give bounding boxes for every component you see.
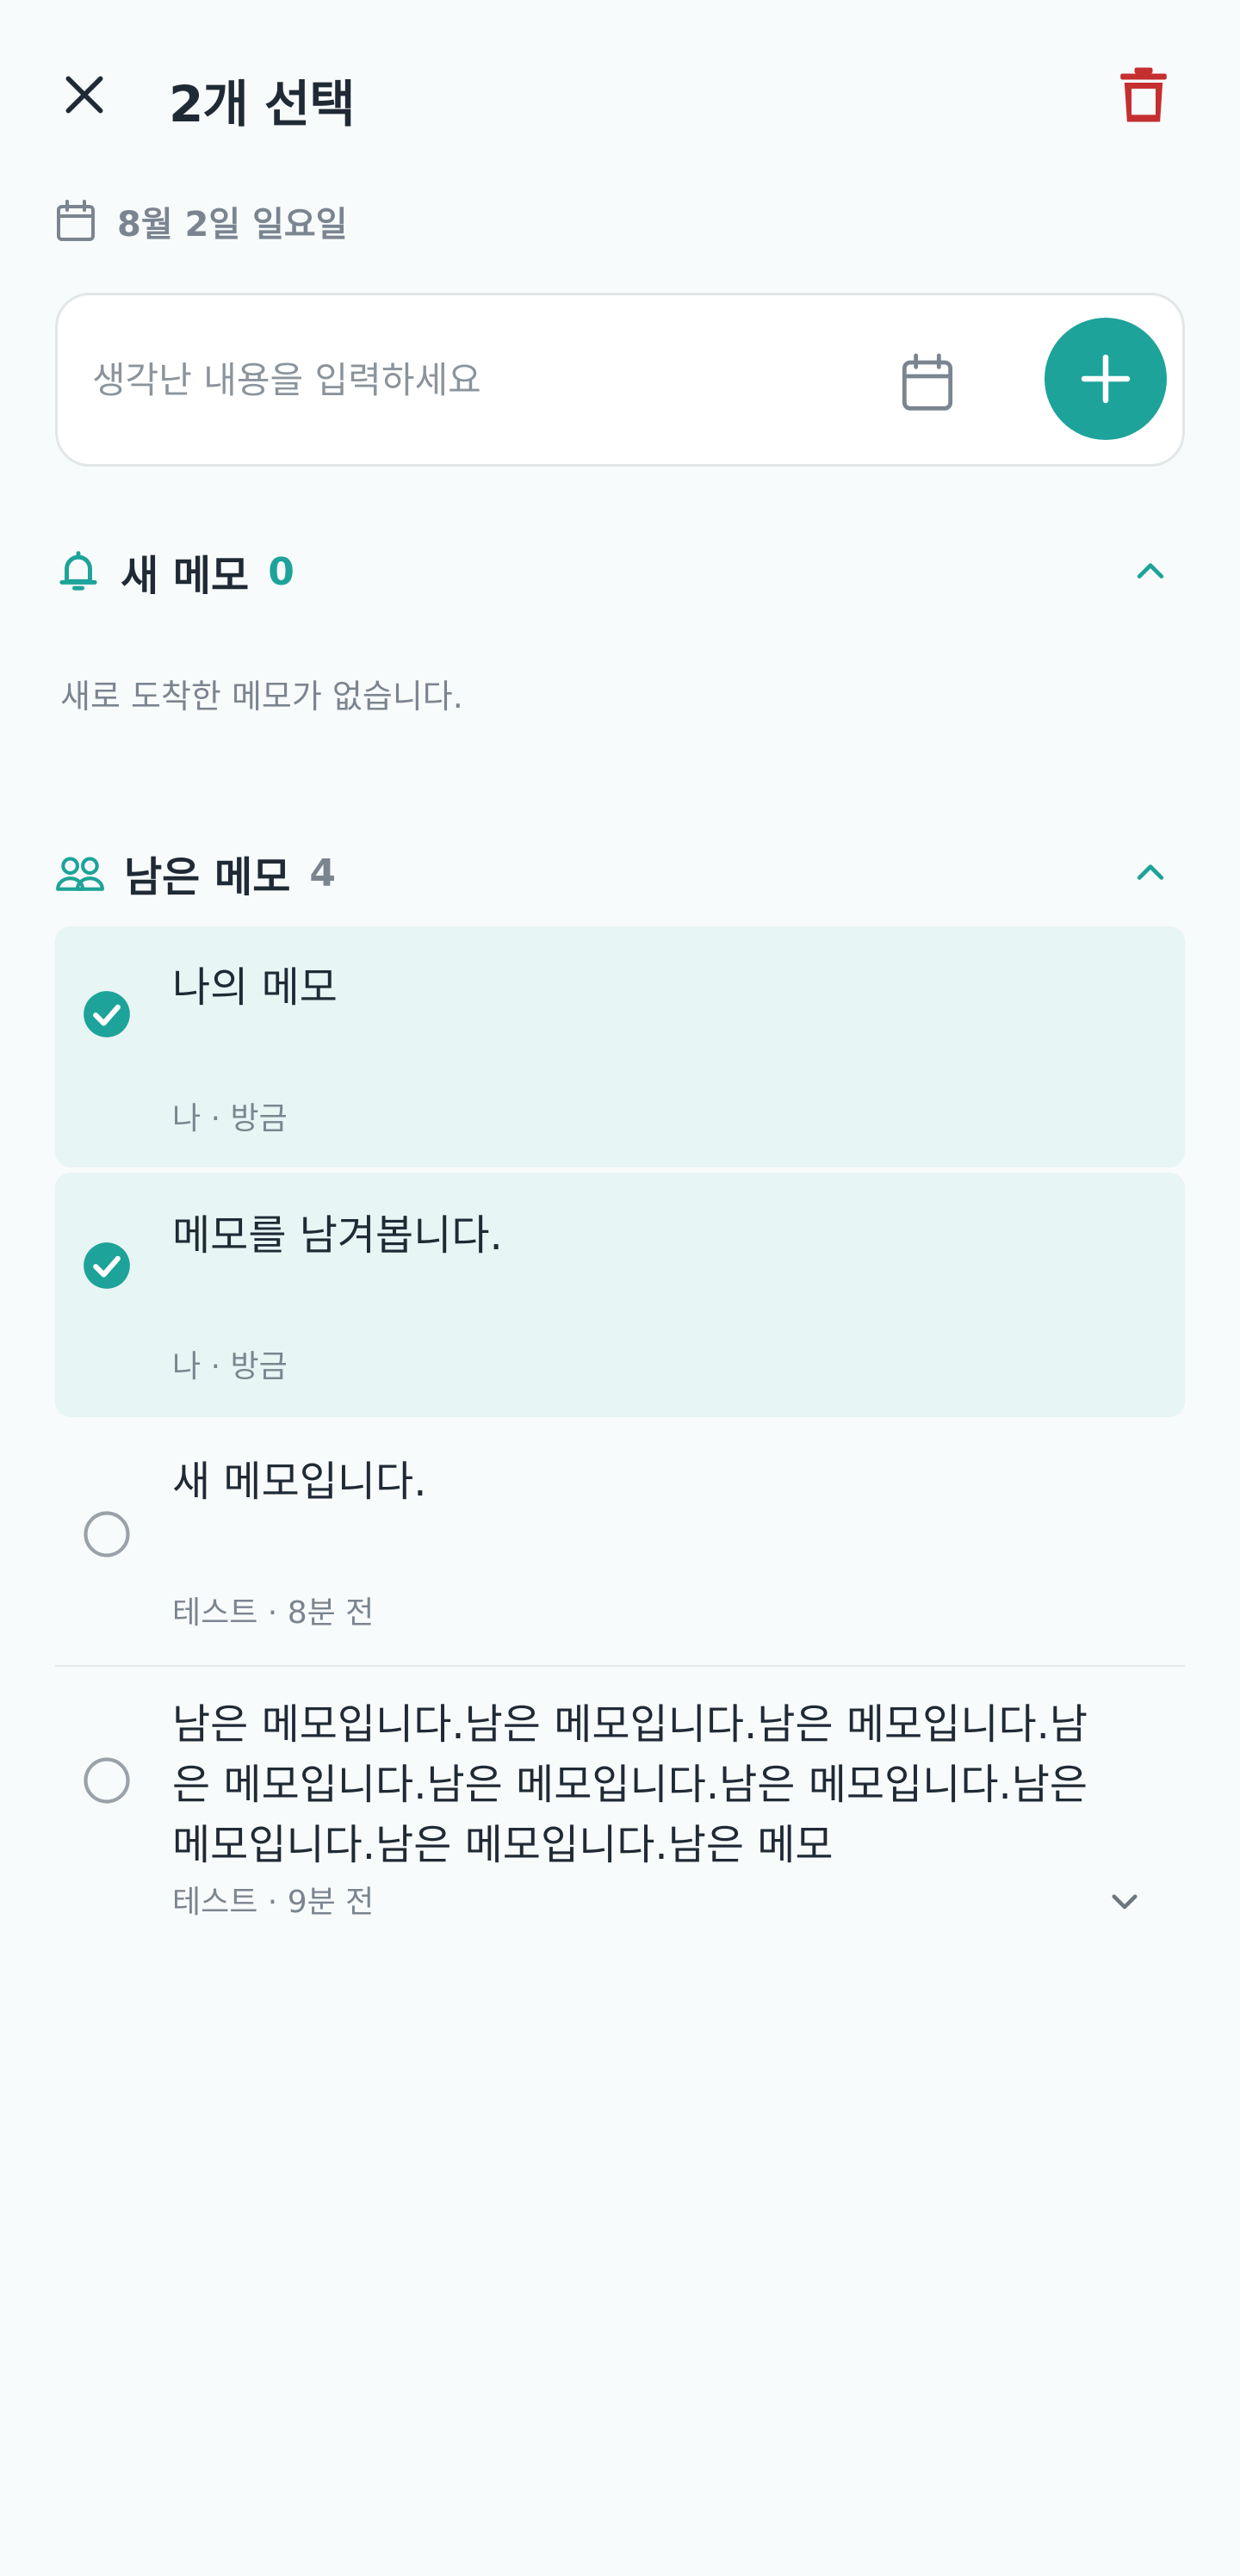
chevron-up-icon bbox=[1137, 563, 1164, 579]
people-icon bbox=[56, 857, 104, 891]
add-memo-button[interactable] bbox=[1045, 318, 1167, 440]
plus-icon bbox=[1081, 354, 1131, 404]
unchecked-circle-icon bbox=[84, 1511, 130, 1557]
trash-icon bbox=[1120, 67, 1167, 122]
calendar-icon bbox=[902, 353, 953, 411]
memo-item[interactable]: 나의 메모 나 · 방금 bbox=[55, 926, 1185, 1167]
check-circle-icon bbox=[84, 991, 130, 1037]
chevron-up-icon bbox=[1137, 864, 1164, 880]
remaining-memo-section-header: 남은 메모 4 bbox=[55, 839, 1185, 907]
memo-checkbox[interactable] bbox=[76, 1235, 138, 1297]
memo-meta: 나 · 방금 bbox=[172, 1349, 288, 1384]
new-memo-section-title: 새 메모 bbox=[121, 552, 250, 600]
date-row[interactable]: 8월 2일 일요일 bbox=[55, 196, 348, 246]
memo-meta: 테스트 · 9분 전 bbox=[172, 1885, 375, 1920]
memo-checkbox[interactable] bbox=[76, 983, 138, 1045]
check-circle-icon bbox=[84, 1242, 130, 1289]
memo-text: 새 메모입니다. bbox=[172, 1458, 427, 1506]
delete-button[interactable] bbox=[1109, 60, 1178, 129]
memo-text: 메모를 남겨봅니다. bbox=[172, 1211, 503, 1260]
memo-item[interactable]: 새 메모입니다. 테스트 · 8분 전 bbox=[55, 1421, 1185, 1667]
remaining-memo-count: 4 bbox=[309, 851, 336, 895]
memo-input[interactable] bbox=[92, 345, 850, 414]
close-icon bbox=[65, 76, 103, 114]
collapse-new-button[interactable] bbox=[1116, 537, 1185, 606]
memo-meta: 나 · 방금 bbox=[172, 1101, 288, 1136]
unchecked-circle-icon bbox=[84, 1757, 130, 1804]
memo-item[interactable]: 메모를 남겨봅니다. 나 · 방금 bbox=[55, 1173, 1185, 1417]
date-picker-button[interactable] bbox=[884, 340, 970, 426]
bell-icon bbox=[59, 551, 97, 591]
memo-text: 나의 메모 bbox=[172, 963, 338, 1012]
page-title: 2개 선택 bbox=[169, 75, 356, 133]
remaining-memo-section-title: 남은 메모 bbox=[124, 853, 291, 901]
close-button[interactable] bbox=[50, 60, 119, 129]
memo-checkbox[interactable] bbox=[76, 1503, 138, 1565]
memo-text: 남은 메모입니다.남은 메모입니다.남은 메모입니다.남은 메모입니다.남은 메… bbox=[172, 1700, 1088, 1869]
memo-meta: 테스트 · 8분 전 bbox=[172, 1595, 375, 1631]
new-memo-empty-text: 새로 도착한 메모가 없습니다. bbox=[60, 678, 463, 715]
date-label: 8월 2일 일요일 bbox=[117, 205, 348, 245]
expand-memo-button[interactable] bbox=[1090, 1867, 1159, 1935]
collapse-remaining-button[interactable] bbox=[1116, 839, 1185, 907]
new-memo-section-header: 새 메모 0 bbox=[55, 537, 1185, 606]
chevron-down-icon bbox=[1112, 1894, 1138, 1910]
new-memo-count: 0 bbox=[268, 549, 294, 594]
calendar-icon bbox=[57, 200, 95, 241]
memo-input-card bbox=[55, 293, 1185, 467]
memo-checkbox[interactable] bbox=[76, 1749, 138, 1811]
memo-item[interactable]: 남은 메모입니다.남은 메모입니다.남은 메모입니다.남은 메모입니다.남은 메… bbox=[55, 1667, 1185, 1960]
